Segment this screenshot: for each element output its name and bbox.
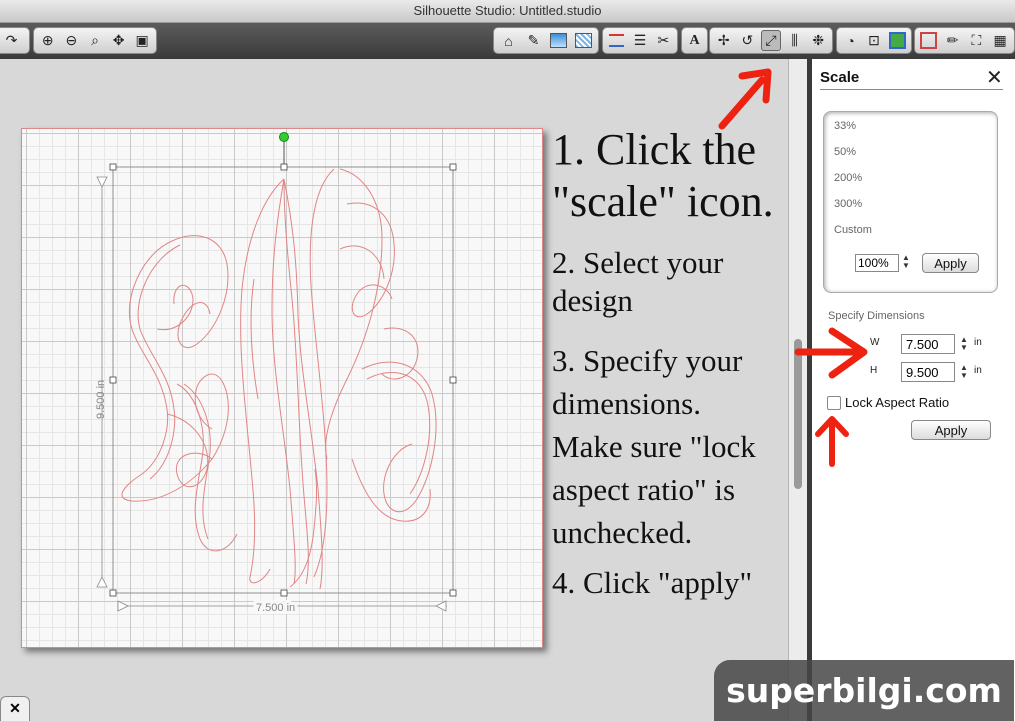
instruction-line: Make sure "lock bbox=[552, 429, 756, 464]
apply-dimensions-button[interactable]: Apply bbox=[911, 420, 991, 440]
specify-dimensions-title: Specify Dimensions bbox=[828, 310, 925, 322]
selection-handle[interactable] bbox=[109, 376, 117, 384]
panel-divider-line bbox=[820, 89, 1003, 90]
pan-icon[interactable]: ✥ bbox=[109, 30, 129, 51]
watermark: superbilgi.com bbox=[714, 660, 1014, 721]
transform-icon[interactable]: ✢ bbox=[714, 30, 734, 51]
text-style-icon[interactable]: A bbox=[686, 30, 703, 51]
instruction-line: dimensions. bbox=[552, 386, 701, 421]
custom-scale-stepper[interactable]: ▲ ▼ bbox=[902, 254, 910, 270]
store-icon[interactable]: ◔ bbox=[841, 30, 860, 51]
lock-aspect-checkbox[interactable] bbox=[827, 396, 841, 410]
apply-scale-button[interactable]: Apply bbox=[922, 253, 979, 273]
arrow-to-scale-icon bbox=[718, 68, 772, 130]
fit-page-icon[interactable]: ▣ bbox=[132, 30, 152, 51]
instruction-line: unchecked. bbox=[552, 515, 693, 550]
fill-color-icon[interactable]: ✎ bbox=[523, 30, 544, 51]
lock-aspect-label: Lock Aspect Ratio bbox=[845, 395, 950, 410]
toolbar-group-view: ✏ ⛶ ▦ bbox=[914, 27, 1015, 54]
preset-300[interactable]: 300% bbox=[834, 198, 862, 210]
instruction-line: 4. Click "apply" bbox=[552, 565, 753, 600]
arrow-to-lock-aspect bbox=[815, 416, 849, 467]
toolbar-group-line: ☰ ✂ bbox=[602, 27, 678, 54]
arrow-to-dimensions bbox=[794, 327, 868, 379]
window-title-bar: Silhouette Studio: Untitled.studio bbox=[0, 0, 1015, 23]
toolbar-group-redo: ↷ bbox=[0, 27, 30, 54]
redo-icon[interactable]: ↷ bbox=[1, 30, 22, 51]
width-unit: in bbox=[974, 337, 982, 348]
toolbar-group-zoom: ⊕ ⊖ ⌕ ✥ ▣ bbox=[33, 27, 157, 54]
width-input[interactable] bbox=[901, 334, 955, 354]
fill-gradient-icon[interactable] bbox=[548, 30, 569, 51]
preset-200[interactable]: 200% bbox=[834, 172, 862, 184]
page-setup-icon[interactable]: ⌂ bbox=[498, 30, 519, 51]
height-unit: in bbox=[974, 365, 982, 376]
close-document-tab[interactable]: ✕ bbox=[0, 696, 30, 721]
height-input[interactable] bbox=[901, 362, 955, 382]
panel-title: Scale bbox=[820, 69, 860, 86]
replicate-icon[interactable]: ❉ bbox=[808, 30, 828, 51]
preset-33[interactable]: 33% bbox=[834, 120, 856, 132]
main-toolbar: ↷ ⊕ ⊖ ⌕ ✥ ▣ ⌂ ✎ ☰ ✂ A ✢ ↺ ⤢ ⫼ ❉ ◔ ⊡ ✏ ⛶ … bbox=[0, 23, 1015, 59]
align-icon[interactable]: ⫼ bbox=[785, 30, 805, 51]
rotate-icon[interactable]: ↺ bbox=[738, 30, 758, 51]
close-icon[interactable]: ✕ bbox=[986, 65, 1003, 90]
vertical-scrollbar[interactable] bbox=[788, 59, 808, 721]
selection-handle[interactable] bbox=[449, 589, 457, 597]
instruction-step-4: 4. Click "apply" bbox=[552, 565, 753, 600]
scale-icon[interactable]: ⤢ bbox=[761, 30, 781, 51]
instruction-line: 3. Specify your bbox=[552, 343, 743, 378]
instruction-step-2: 2. Select your design bbox=[552, 244, 723, 320]
selection-handle[interactable] bbox=[109, 163, 117, 171]
custom-scale-input[interactable] bbox=[855, 254, 899, 272]
fill-pattern-icon[interactable] bbox=[573, 30, 594, 51]
line-color-icon[interactable] bbox=[607, 30, 626, 51]
width-stepper[interactable]: ▲ ▼ bbox=[960, 336, 968, 352]
toolbar-group-panels: ⌂ ✎ bbox=[493, 27, 599, 54]
scale-panel: Scale ✕ 33% 50% 200% 300% Custom ▲▼ Appl… bbox=[812, 59, 1015, 721]
toolbar-group-window: ◔ ⊡ bbox=[836, 27, 912, 54]
toolbar-group-text: A bbox=[681, 27, 708, 54]
selection-handle[interactable] bbox=[280, 589, 288, 597]
zoom-in-icon[interactable]: ⊕ bbox=[38, 30, 58, 51]
cutting-mat-page[interactable]: 9.500 in 7.500 in bbox=[21, 128, 543, 648]
selection-handle[interactable] bbox=[109, 589, 117, 597]
zoom-out-icon[interactable]: ⊖ bbox=[62, 30, 82, 51]
width-dimension-label: 7.500 in bbox=[256, 602, 295, 614]
instruction-line: design bbox=[552, 283, 633, 318]
window-title: Silhouette Studio: Untitled.studio bbox=[413, 3, 602, 18]
library-icon[interactable]: ⊡ bbox=[864, 30, 883, 51]
line-style-icon[interactable]: ☰ bbox=[630, 30, 649, 51]
selection-handle[interactable] bbox=[280, 163, 288, 171]
preset-custom[interactable]: Custom bbox=[834, 224, 872, 236]
grid-icon[interactable]: ▦ bbox=[990, 30, 1010, 51]
height-stepper[interactable]: ▲ ▼ bbox=[960, 364, 968, 380]
selection-handle[interactable] bbox=[449, 376, 457, 384]
scale-preset-box: 33% 50% 200% 300% Custom ▲▼ Apply bbox=[823, 111, 998, 293]
height-dimension-label: 9.500 in bbox=[95, 380, 107, 419]
monogram-design[interactable]: 9.500 in 7.500 in bbox=[22, 129, 542, 647]
instruction-line: "scale" icon. bbox=[552, 177, 774, 226]
toolbar-group-transform: ✢ ↺ ⤢ ⫼ ❉ bbox=[709, 27, 833, 54]
instruction-line: aspect ratio" is bbox=[552, 472, 736, 507]
print-border-icon[interactable] bbox=[919, 30, 939, 51]
selection-handle[interactable] bbox=[449, 163, 457, 171]
cut-style-icon[interactable]: ✂ bbox=[654, 30, 673, 51]
instruction-line: 2. Select your bbox=[552, 245, 724, 280]
preset-50[interactable]: 50% bbox=[834, 146, 856, 158]
rotate-handle[interactable] bbox=[279, 132, 289, 142]
pen-icon[interactable]: ✏ bbox=[943, 30, 963, 51]
settings-icon[interactable] bbox=[888, 30, 907, 51]
fullscreen-icon[interactable]: ⛶ bbox=[967, 30, 987, 51]
zoom-select-icon[interactable]: ⌕ bbox=[85, 30, 105, 51]
instruction-step-3: 3. Specify your dimensions. Make sure "l… bbox=[552, 339, 756, 554]
